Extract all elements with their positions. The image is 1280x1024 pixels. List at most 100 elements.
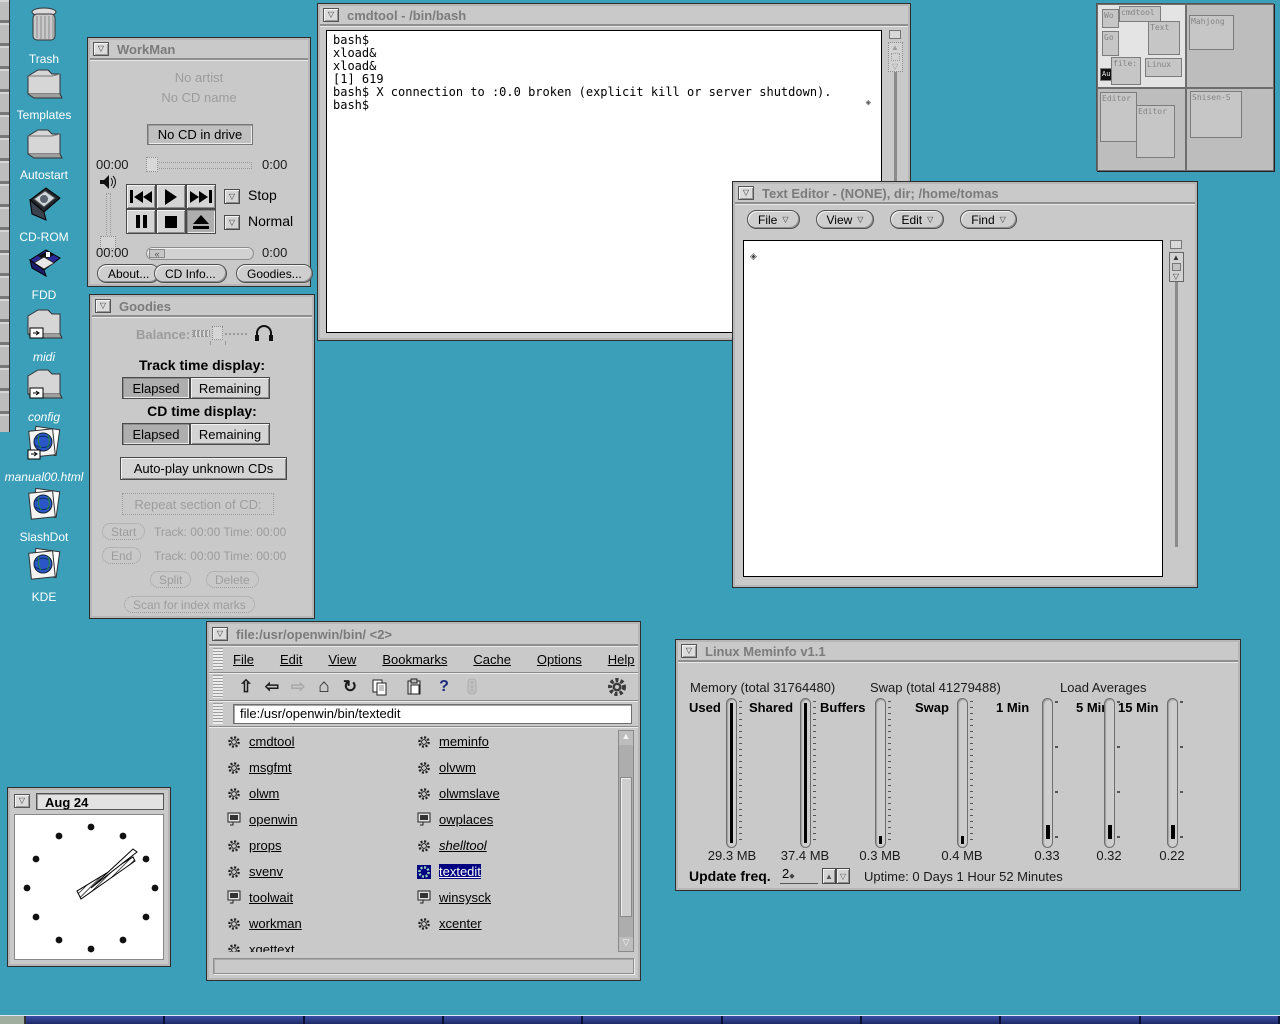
file-item[interactable]: olwm <box>227 786 302 801</box>
scroll-down-icon[interactable]: ▽ <box>1173 272 1179 281</box>
pager-mini-window[interactable]: Go <box>1102 31 1119 56</box>
desktop-icon-config[interactable]: config <box>0 366 88 424</box>
next-track-button[interactable] <box>186 184 216 209</box>
balance-thumb[interactable] <box>212 326 223 340</box>
file-item[interactable]: xcenter <box>417 916 500 931</box>
file-name[interactable]: olvwm <box>439 760 476 775</box>
freq-decrease-button[interactable]: ▽ <box>836 868 850 884</box>
file-item-selected[interactable]: textedit <box>417 864 500 879</box>
file-name[interactable]: svenv <box>249 864 283 879</box>
menu-help[interactable]: Help <box>608 652 635 667</box>
cd-info-button[interactable]: CD Info... <box>154 264 227 283</box>
edit-menu-button[interactable]: Edit▽ <box>890 210 944 229</box>
up-button[interactable]: ⇧ <box>233 677 259 697</box>
window-menu-button[interactable]: ▽ <box>212 627 228 641</box>
start-button[interactable]: Start <box>102 523 145 540</box>
home-button[interactable]: ⌂ <box>311 676 337 698</box>
file-item[interactable]: msgfmt <box>227 760 302 775</box>
play-mode-menu-button[interactable]: ▽ <box>224 189 240 204</box>
pager-mini-icon[interactable]: Au <box>1100 68 1112 81</box>
pager-mini-window[interactable]: Editor <box>1136 105 1175 158</box>
cd-slider-thumb[interactable]: « <box>149 249 165 258</box>
file-name[interactable]: textedit <box>439 864 481 879</box>
file-item[interactable]: olwmslave <box>417 786 500 801</box>
split-button[interactable]: Split <box>150 571 191 588</box>
file-name[interactable]: cmdtool <box>249 734 295 749</box>
repeat-mode-menu-button[interactable]: ▽ <box>224 215 240 230</box>
locationbar-drag-handle[interactable] <box>213 703 223 724</box>
desktop-icon-fdd[interactable]: FDD <box>0 248 88 302</box>
cmdtool-titlebar[interactable]: ▽ cmdtool - /bin/bash <box>320 6 908 26</box>
cd-position-slider[interactable]: « <box>146 247 254 260</box>
stop-button[interactable] <box>156 209 186 234</box>
file-name[interactable]: shelltool <box>439 838 487 853</box>
desktop-icon-slashdot[interactable]: SlashDot <box>0 486 88 544</box>
cd-elapsed-button[interactable]: Elapsed <box>122 423 190 445</box>
balance-slider[interactable] <box>192 326 250 342</box>
file-name[interactable]: props <box>249 838 282 853</box>
file-name[interactable]: openwin <box>249 812 297 827</box>
desktop-icon-templates[interactable]: Templates <box>0 66 88 122</box>
forward-button[interactable]: ⇨ <box>285 677 311 697</box>
end-button[interactable]: End <box>102 547 141 564</box>
freq-increase-button[interactable]: ▲ <box>822 868 836 884</box>
delete-button[interactable]: Delete <box>206 571 259 588</box>
pager-mini-window[interactable]: Editor <box>1100 92 1137 142</box>
offscreen-bottom-window-edge[interactable] <box>0 1015 1280 1024</box>
pause-button[interactable] <box>126 209 156 234</box>
scan-index-button[interactable]: Scan for index marks <box>124 596 255 613</box>
scrollbar-drag-box[interactable] <box>1172 263 1181 271</box>
track-slider-thumb[interactable] <box>146 157 158 172</box>
kde-gear-icon[interactable] <box>606 676 628 698</box>
play-button[interactable] <box>156 184 186 209</box>
find-menu-button[interactable]: Find▽ <box>960 210 1017 229</box>
scroll-up-icon[interactable]: ▲ <box>891 43 899 52</box>
file-name[interactable]: olwm <box>249 786 279 801</box>
workman-titlebar[interactable]: ▽ WorkMan <box>90 40 308 60</box>
file-item[interactable]: workman <box>227 916 302 931</box>
scroll-up-button[interactable]: ▲ <box>619 731 633 745</box>
file-name[interactable]: xcenter <box>439 916 482 931</box>
pager-mini-window[interactable]: file: <box>1111 57 1141 85</box>
file-name[interactable]: xgettext <box>249 942 295 952</box>
pager-mini-window[interactable]: Linux <box>1145 58 1182 77</box>
repeat-section-button[interactable]: Repeat section of CD: <box>122 493 274 515</box>
file-menu-button[interactable]: File▽ <box>747 210 800 229</box>
file-item[interactable]: cmdtool <box>227 734 302 749</box>
volume-slider-track[interactable] <box>106 193 111 239</box>
desktop-icon-kde[interactable]: KDE <box>0 546 88 604</box>
file-name[interactable]: toolwait <box>249 890 293 905</box>
window-menu-button[interactable]: ▽ <box>93 42 109 56</box>
file-item[interactable]: toolwait <box>227 890 302 905</box>
desktop-2[interactable]: Mahjong <box>1186 4 1274 88</box>
scroll-down-button[interactable]: ▽ <box>619 937 633 951</box>
desktop-1-current[interactable]: Wo cmdtool Text Go file: Linux Au <box>1097 4 1186 88</box>
window-menu-button[interactable]: ▽ <box>323 8 339 22</box>
copy-button[interactable] <box>371 678 389 696</box>
eject-button[interactable] <box>186 209 216 234</box>
meminfo-titlebar[interactable]: ▽ Linux Meminfo v1.1 <box>678 642 1238 662</box>
file-item[interactable]: owplaces <box>417 812 500 827</box>
scrollbar-anchor[interactable] <box>889 30 901 39</box>
about-button[interactable]: About... <box>97 264 160 283</box>
track-remaining-button[interactable]: Remaining <box>190 377 270 399</box>
desktop-icon-trash[interactable]: Trash <box>0 6 88 66</box>
scrollbar-anchor[interactable] <box>1170 240 1182 249</box>
scrollbar-drag-box[interactable] <box>891 53 900 61</box>
pager-mini-window[interactable]: Shisen-S <box>1190 91 1242 138</box>
update-freq-field[interactable]: 2◆ <box>780 866 818 884</box>
menu-options[interactable]: Options <box>537 652 582 667</box>
file-item[interactable]: winsysck <box>417 890 500 905</box>
pager-mini-window[interactable]: cmdtool <box>1119 6 1161 22</box>
file-item[interactable]: olvwm <box>417 760 500 775</box>
toolbar-drag-handle[interactable] <box>213 675 223 698</box>
menu-edit[interactable]: Edit <box>280 652 302 667</box>
file-name[interactable]: winsysck <box>439 890 491 905</box>
window-menu-button[interactable]: ▽ <box>681 644 697 658</box>
filelist-scrollbar[interactable]: ▲ ▽ <box>618 730 634 952</box>
texteditor-scrollbar[interactable]: ▲ ▽ <box>1167 240 1185 577</box>
location-input[interactable]: file:/usr/openwin/bin/textedit <box>233 704 632 724</box>
file-name[interactable]: workman <box>249 916 302 931</box>
autoplay-button[interactable]: Auto-play unknown CDs <box>120 457 287 480</box>
menubar-drag-handle[interactable] <box>213 648 223 670</box>
